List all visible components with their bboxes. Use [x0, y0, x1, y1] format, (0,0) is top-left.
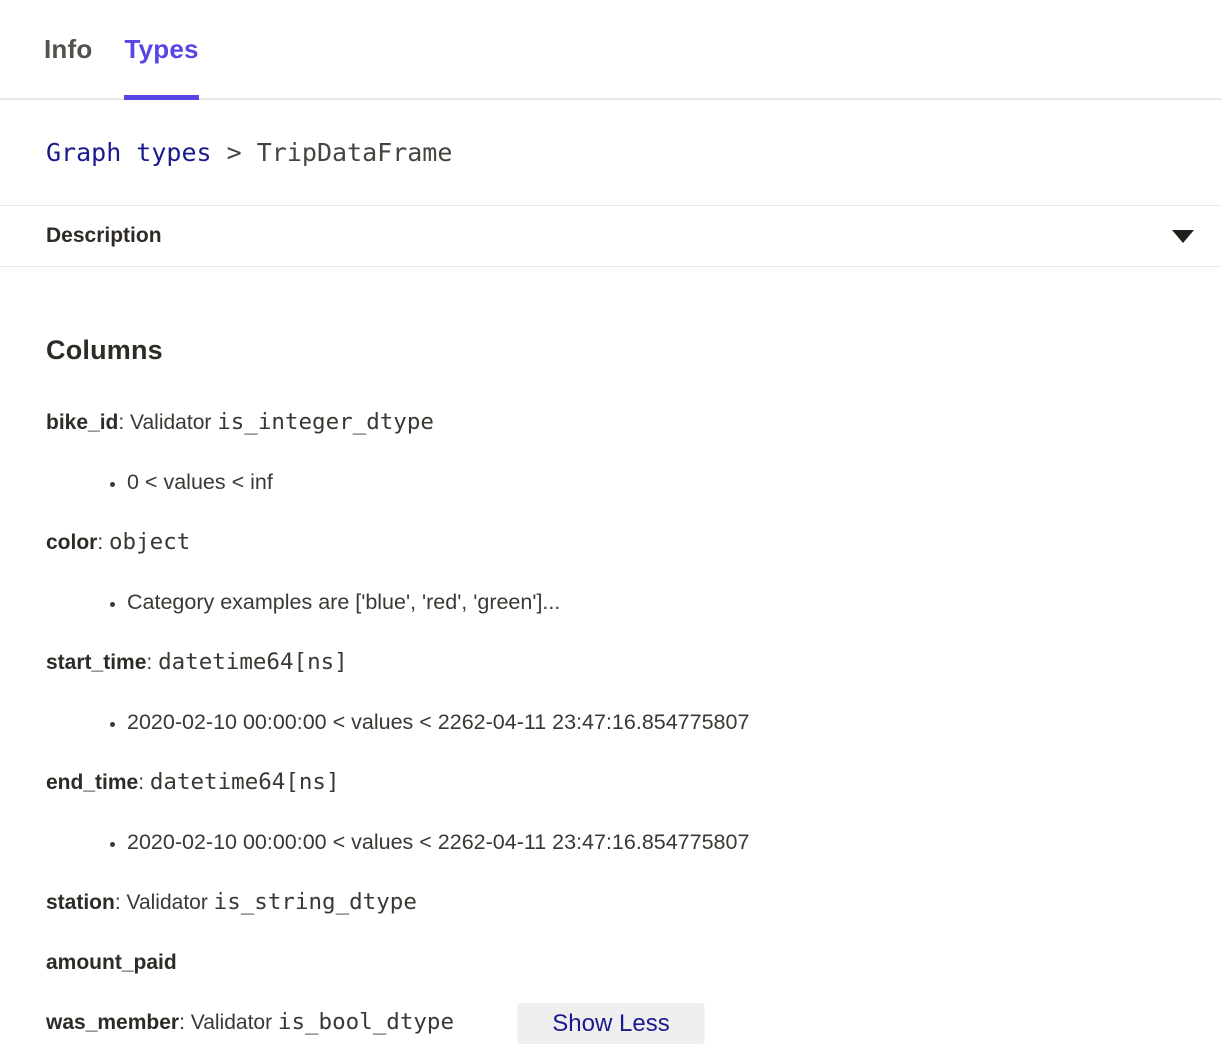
column-constraints-list: Category examples are ['blue', 'red', 'g…	[46, 588, 1176, 617]
column-validator-prefix: :	[97, 531, 109, 554]
breadcrumb-separator: >	[212, 138, 257, 167]
tab-bar: Info Types	[0, 0, 1222, 100]
columns-section: Columns bike_id: Validator is_integer_dt…	[0, 335, 1222, 1037]
column-name: was_member	[46, 1011, 179, 1034]
column-dtype-code: datetime64[ns]	[158, 649, 348, 675]
tab-types[interactable]: Types	[124, 0, 198, 98]
column-name: color	[46, 531, 97, 554]
column-validator-prefix: : Validator	[118, 411, 217, 434]
constraint-item: Category examples are ['blue', 'red', 'g…	[127, 588, 1176, 617]
column-constraints-list: 2020-02-10 00:00:00 < values < 2262-04-1…	[46, 708, 1176, 737]
column-entry-station: station: Validator is_string_dtype	[46, 888, 1176, 917]
column-constraints-list: 2020-02-10 00:00:00 < values < 2262-04-1…	[46, 828, 1176, 857]
column-entry-start-time: start_time: datetime64[ns]	[46, 648, 1176, 677]
column-name: station	[46, 891, 115, 914]
column-dtype-code: is_integer_dtype	[217, 409, 434, 435]
column-entry-amount-paid: amount_paid	[46, 948, 1176, 977]
column-dtype-code: object	[109, 529, 190, 555]
column-dtype-code: is_bool_dtype	[278, 1009, 454, 1035]
breadcrumb-link-graph-types[interactable]: Graph types	[46, 138, 212, 167]
column-validator-prefix: :	[146, 651, 158, 674]
column-entry-end-time: end_time: datetime64[ns]	[46, 768, 1176, 797]
breadcrumb: Graph types > TripDataFrame	[0, 100, 1222, 206]
column-entry-bike-id: bike_id: Validator is_integer_dtype	[46, 408, 1176, 437]
column-dtype-code: is_string_dtype	[214, 889, 417, 915]
column-name: amount_paid	[46, 951, 177, 974]
show-less-button[interactable]: Show Less	[518, 1003, 705, 1044]
column-validator-prefix: :	[138, 771, 150, 794]
description-accordion[interactable]: Description	[0, 206, 1222, 267]
column-name: start_time	[46, 651, 146, 674]
column-name: end_time	[46, 771, 138, 794]
column-entry-color: color: object	[46, 528, 1176, 557]
caret-down-icon[interactable]	[1172, 230, 1194, 243]
constraint-item: 2020-02-10 00:00:00 < values < 2262-04-1…	[127, 708, 1176, 737]
constraint-item: 0 < values < inf	[127, 468, 1176, 497]
column-validator-prefix: : Validator	[179, 1011, 278, 1034]
column-name: bike_id	[46, 411, 118, 434]
columns-heading: Columns	[46, 335, 1176, 366]
description-label: Description	[46, 224, 162, 248]
tab-info[interactable]: Info	[44, 0, 92, 98]
column-dtype-code: datetime64[ns]	[150, 769, 340, 795]
constraint-item: 2020-02-10 00:00:00 < values < 2262-04-1…	[127, 828, 1176, 857]
column-constraints-list: 0 < values < inf	[46, 468, 1176, 497]
column-validator-prefix: : Validator	[115, 891, 214, 914]
breadcrumb-current-page: TripDataFrame	[257, 138, 453, 167]
